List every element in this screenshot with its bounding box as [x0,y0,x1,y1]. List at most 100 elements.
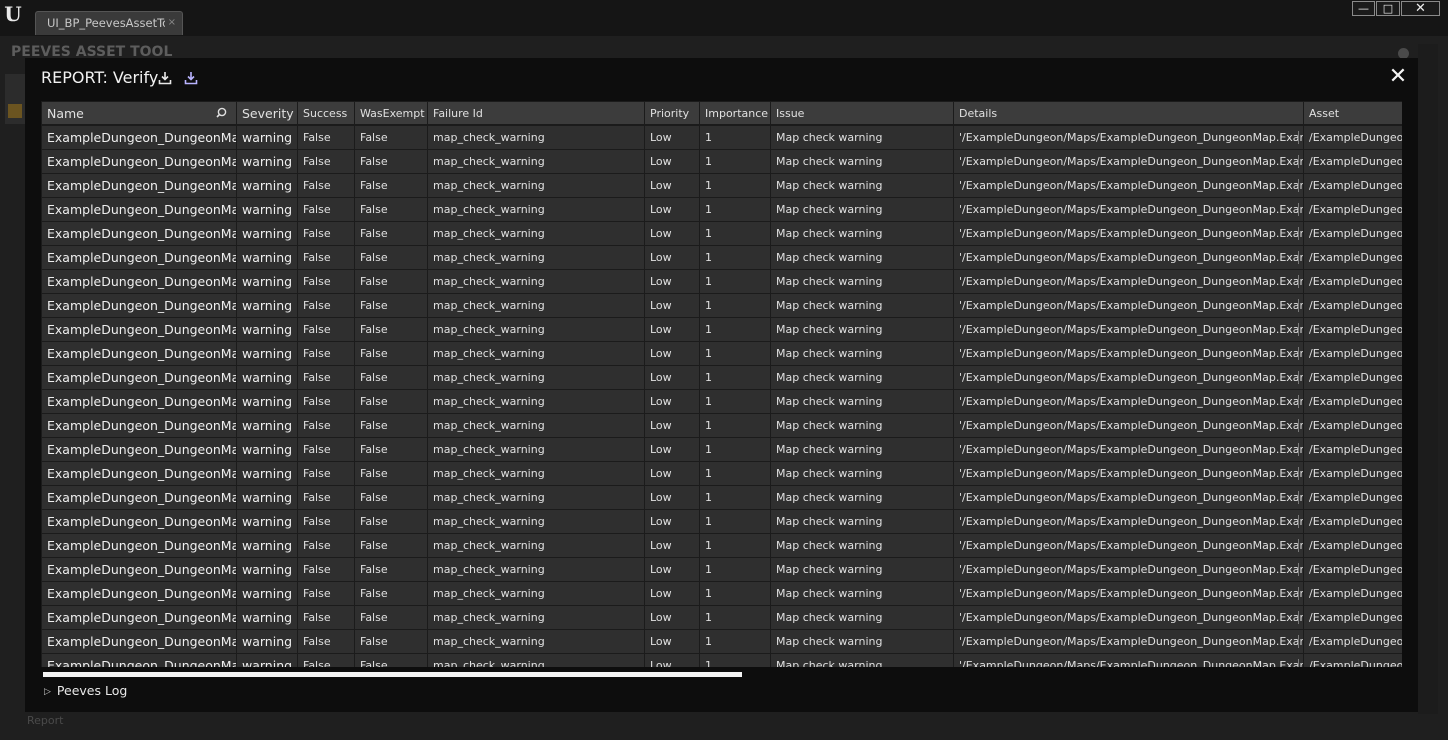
download-icon[interactable] [158,71,172,85]
table-cell: False [354,485,428,510]
minimize-button[interactable]: — [1352,1,1375,16]
table-cell: '/ExampleDungeon/Maps/ExampleDungeon_Dun… [953,149,1304,174]
table-cell: Map check warning [770,124,954,150]
column-header-failure-id[interactable]: Failure Id [427,101,645,126]
table-cell: 1 [699,533,771,558]
table-cell: /ExampleDungeon/ [1303,437,1402,462]
table-cell: '/ExampleDungeon/Maps/ExampleDungeon_Dun… [953,197,1304,222]
table-row[interactable]: ExampleDungeon_DungeonMap warning False Fal… [41,509,1402,534]
title-bar: U UI_BP_PeevesAssetTool × — □ ✕ [0,0,1448,36]
close-window-button[interactable]: ✕ [1401,1,1440,16]
table-cell: map_check_warning [427,173,645,198]
table-row[interactable]: ExampleDungeon_DungeonMap warning False Fal… [41,581,1402,606]
search-icon[interactable] [216,107,227,118]
unreal-logo-icon: U [4,2,22,26]
table-cell: False [354,533,428,558]
column-header-priority[interactable]: Priority [644,101,700,126]
table-row[interactable]: ExampleDungeon_DungeonMap warning False Fal… [41,149,1402,174]
peeves-log-label: Peeves Log [56,683,128,698]
cell-divider [1298,371,1299,384]
table-cell: '/ExampleDungeon/Maps/ExampleDungeon_Dun… [953,221,1304,246]
table-cell: warning [236,461,298,486]
table-row[interactable]: ExampleDungeon_DungeonMap warning False Fal… [41,629,1402,654]
table-cell: False [297,365,355,390]
table-cell: warning [236,221,298,246]
table-cell: False [297,317,355,342]
table-cell: map_check_warning [427,461,645,486]
table-row[interactable]: ExampleDungeon_DungeonMap warning False Fal… [41,605,1402,630]
cell-divider [1298,179,1299,192]
horizontal-scrollbar[interactable] [43,672,742,677]
peeves-log-toggle[interactable]: ▷ Peeves Log [44,683,127,698]
table-cell: map_check_warning [427,653,645,667]
details-text: '/ExampleDungeon/Maps/ExampleDungeon_Dun… [959,395,1304,408]
table-cell: 1 [699,605,771,630]
table-cell: 1 [699,509,771,534]
table-row[interactable]: ExampleDungeon_DungeonMap warning False Fal… [41,221,1402,246]
tab-close-icon[interactable]: × [168,12,176,34]
report-table[interactable]: Name Severity Success WasExempt Failure … [41,101,1402,667]
table-row[interactable]: ExampleDungeon_DungeonMap warning False Fal… [41,413,1402,438]
table-row[interactable]: ExampleDungeon_DungeonMap warning False Fal… [41,557,1402,582]
table-cell: ExampleDungeon_DungeonMap [41,269,237,294]
document-tab[interactable]: UI_BP_PeevesAssetTool × [35,11,183,35]
table-cell: False [297,341,355,366]
details-text: '/ExampleDungeon/Maps/ExampleDungeon_Dun… [959,275,1304,288]
table-cell: Low [644,173,700,198]
table-row[interactable]: ExampleDungeon_DungeonMap warning False Fal… [41,245,1402,270]
table-cell: ExampleDungeon_DungeonMap [41,124,237,150]
table-cell: /ExampleDungeon/ [1303,221,1402,246]
table-cell: /ExampleDungeon/ [1303,341,1402,366]
column-header-issue[interactable]: Issue [770,101,954,126]
table-cell: '/ExampleDungeon/Maps/ExampleDungeon_Dun… [953,365,1304,390]
column-header-severity[interactable]: Severity [236,101,298,126]
table-cell: warning [236,629,298,654]
table-cell: ExampleDungeon_DungeonMap [41,317,237,342]
table-row[interactable]: ExampleDungeon_DungeonMap warning False Fal… [41,293,1402,318]
table-cell: Map check warning [770,341,954,366]
table-cell: /ExampleDungeon/ [1303,149,1402,174]
details-text: '/ExampleDungeon/Maps/ExampleDungeon_Dun… [959,179,1304,192]
table-row[interactable]: ExampleDungeon_DungeonMap warning False Fal… [41,317,1402,342]
table-row[interactable]: ExampleDungeon_DungeonMap warning False Fal… [41,653,1402,667]
table-cell: /ExampleDungeon/ [1303,245,1402,270]
table-row[interactable]: ExampleDungeon_DungeonMap warning False Fal… [41,437,1402,462]
column-header-details[interactable]: Details [953,101,1304,126]
cell-divider [1298,227,1299,240]
column-header-importance[interactable]: Importance [699,101,771,126]
column-header-success[interactable]: Success [297,101,355,126]
table-row[interactable]: ExampleDungeon_DungeonMap warning False Fal… [41,124,1402,150]
table-row[interactable]: ExampleDungeon_DungeonMap warning False Fal… [41,197,1402,222]
close-report-button[interactable]: ✕ [1387,64,1409,90]
table-cell: /ExampleDungeon/ [1303,605,1402,630]
download-alt-icon[interactable] [184,71,198,85]
details-text: '/ExampleDungeon/Maps/ExampleDungeon_Dun… [959,443,1304,456]
table-cell: '/ExampleDungeon/Maps/ExampleDungeon_Dun… [953,389,1304,414]
table-cell: warning [236,173,298,198]
column-header-name[interactable]: Name [41,101,237,126]
table-row[interactable]: ExampleDungeon_DungeonMap warning False Fal… [41,533,1402,558]
table-row[interactable]: ExampleDungeon_DungeonMap warning False Fal… [41,485,1402,510]
table-cell: Low [644,485,700,510]
table-cell: False [354,461,428,486]
table-cell: warning [236,365,298,390]
table-cell: Low [644,245,700,270]
table-cell: map_check_warning [427,533,645,558]
table-row[interactable]: ExampleDungeon_DungeonMap warning False Fal… [41,365,1402,390]
table-row[interactable]: ExampleDungeon_DungeonMap warning False Fal… [41,173,1402,198]
table-cell: warning [236,389,298,414]
column-header-asset[interactable]: Asset [1303,101,1402,126]
table-row[interactable]: ExampleDungeon_DungeonMap warning False Fal… [41,269,1402,294]
table-cell: map_check_warning [427,437,645,462]
table-cell: '/ExampleDungeon/Maps/ExampleDungeon_Dun… [953,533,1304,558]
column-header-wasexempt[interactable]: WasExempt [354,101,428,126]
table-cell: ExampleDungeon_DungeonMap [41,437,237,462]
maximize-button[interactable]: □ [1376,1,1400,16]
cell-divider [1298,587,1299,600]
table-row[interactable]: ExampleDungeon_DungeonMap warning False Fal… [41,341,1402,366]
table-row[interactable]: ExampleDungeon_DungeonMap warning False Fal… [41,461,1402,486]
table-row[interactable]: ExampleDungeon_DungeonMap warning False Fal… [41,389,1402,414]
table-cell: 1 [699,317,771,342]
table-cell: '/ExampleDungeon/Maps/ExampleDungeon_Dun… [953,605,1304,630]
table-cell: warning [236,293,298,318]
